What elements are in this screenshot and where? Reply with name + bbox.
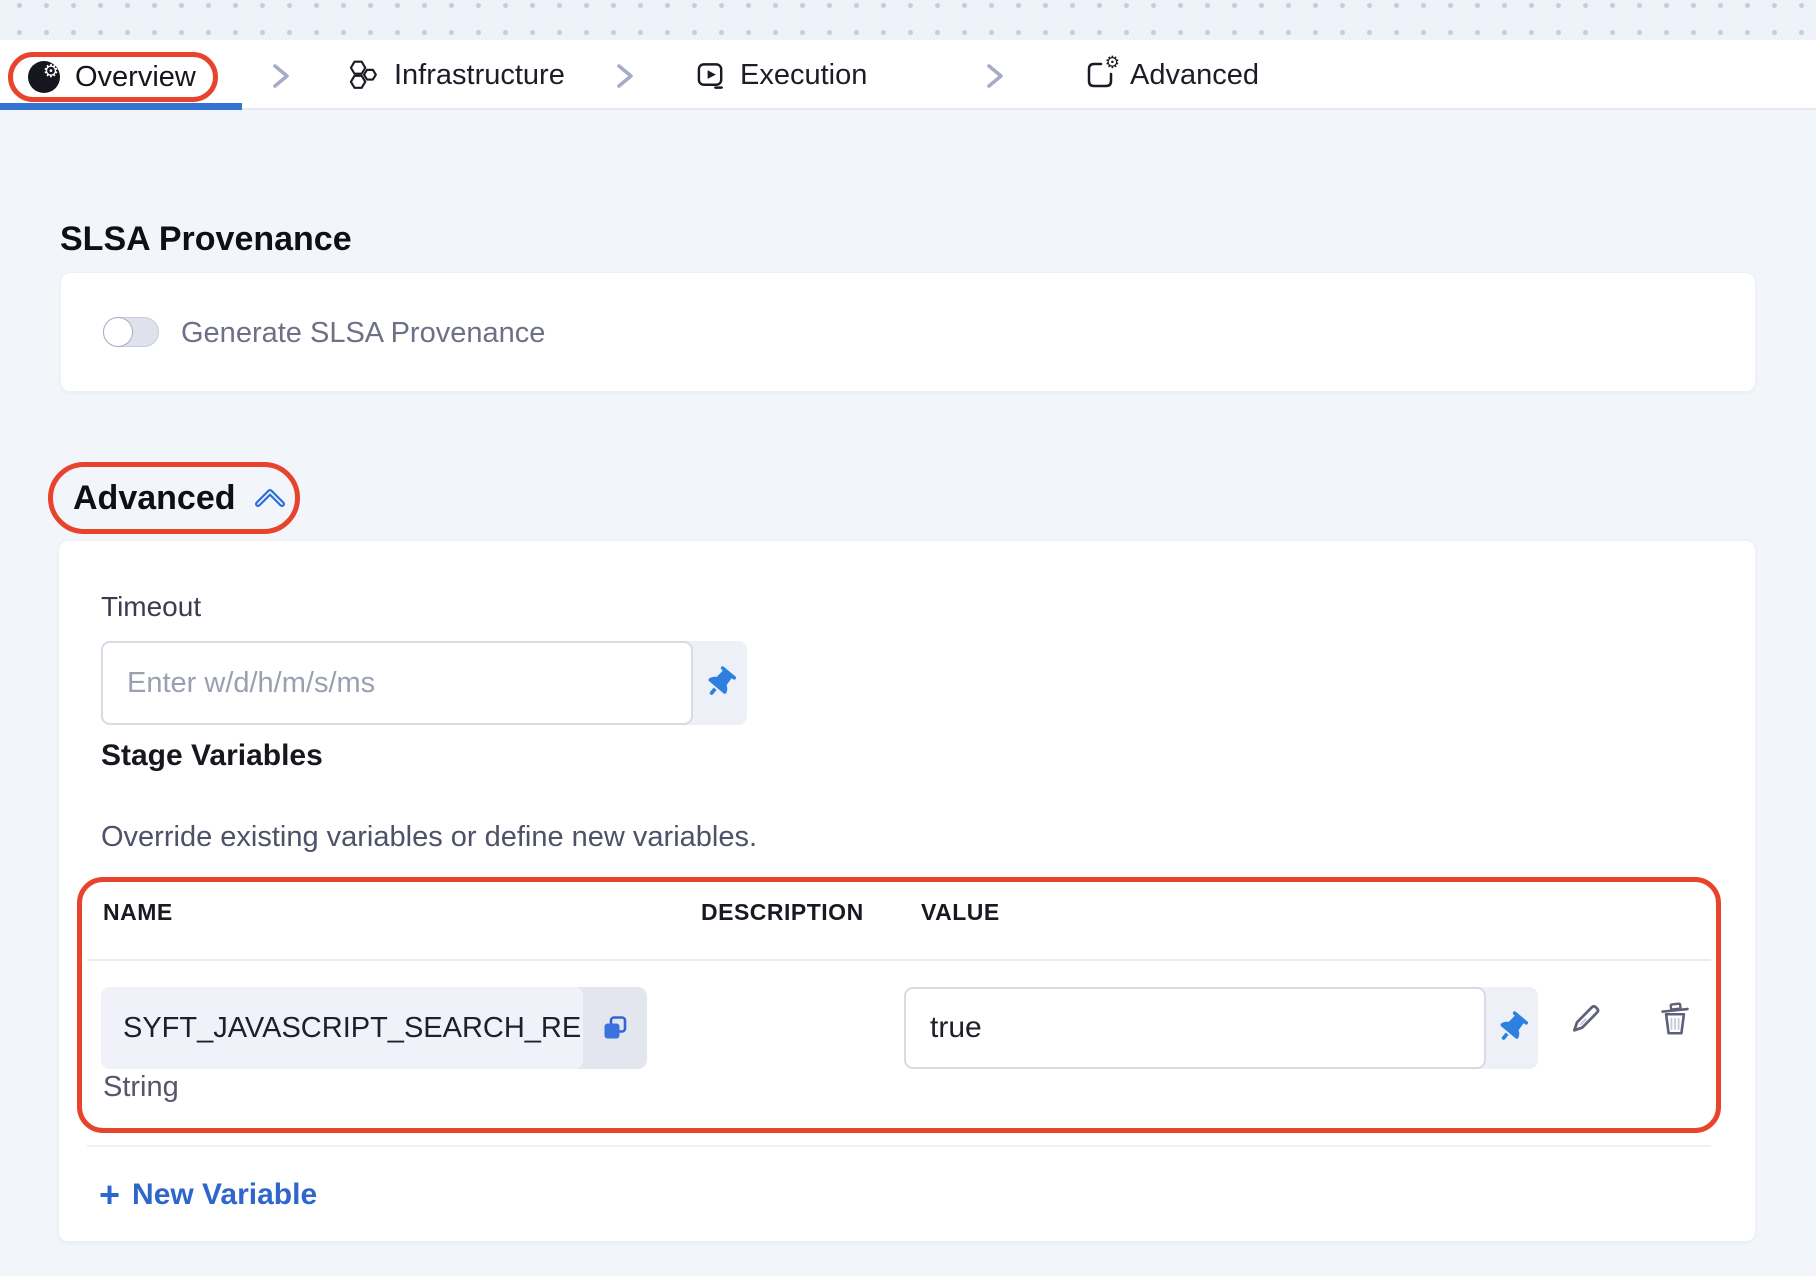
advanced-section-header[interactable]: Advanced	[48, 462, 300, 534]
new-variable-button[interactable]: + New Variable	[99, 1177, 317, 1213]
stage-variables-description: Override existing variables or define ne…	[101, 821, 757, 854]
table-bottom-divider	[87, 1145, 1711, 1147]
advanced-card: Timeout Stage Variables Override existin…	[58, 540, 1756, 1242]
edit-variable-button[interactable]	[1565, 999, 1605, 1039]
table-header-divider	[87, 959, 1711, 961]
tab-overview-label: Overview	[75, 61, 196, 94]
copy-icon	[601, 1014, 629, 1042]
chevron-right-icon	[612, 62, 638, 90]
chevron-right-icon	[982, 62, 1008, 90]
variable-name-field[interactable]: SYFT_JAVASCRIPT_SEARCH_REM	[101, 987, 583, 1069]
pencil-icon	[1566, 1000, 1604, 1038]
copy-variable-button[interactable]	[583, 987, 647, 1069]
slsa-provenance-card: Generate SLSA Provenance	[60, 272, 1756, 392]
tab-infrastructure[interactable]: Infrastructure	[394, 40, 565, 110]
timeout-label: Timeout	[101, 591, 201, 623]
column-header-description: DESCRIPTION	[701, 899, 864, 926]
toggle-knob	[103, 317, 133, 347]
generate-slsa-toggle[interactable]	[103, 317, 159, 347]
chevron-right-icon	[268, 62, 294, 90]
pipeline-canvas-dots	[0, 0, 1816, 40]
advanced-gear-icon: ⚙	[1084, 59, 1116, 91]
variable-value-input[interactable]	[904, 987, 1486, 1069]
variable-name-group: SYFT_JAVASCRIPT_SEARCH_REM	[101, 987, 647, 1069]
slsa-provenance-title: SLSA Provenance	[60, 220, 352, 259]
delete-variable-button[interactable]	[1655, 999, 1695, 1039]
tab-execution[interactable]: Execution	[740, 40, 867, 110]
new-variable-label: New Variable	[132, 1178, 317, 1212]
chevron-up-icon[interactable]	[254, 487, 286, 509]
pin-icon	[700, 663, 739, 703]
tab-overview[interactable]: ⚙ Overview	[8, 52, 218, 102]
execution-icon	[696, 61, 727, 92]
variable-type-label: String	[103, 1071, 179, 1104]
column-header-value: VALUE	[921, 899, 1000, 926]
trash-icon	[1656, 1000, 1694, 1038]
timeout-input-group	[101, 641, 747, 725]
plus-icon: +	[99, 1177, 120, 1213]
stage-tabbar: ⚙ Overview Infrastructure Execution	[0, 40, 1816, 110]
tab-advanced[interactable]: Advanced	[1130, 40, 1259, 110]
infrastructure-icon	[348, 59, 381, 92]
value-pin-button[interactable]	[1486, 987, 1538, 1069]
tab-execution-label: Execution	[740, 59, 867, 92]
tab-advanced-label: Advanced	[1130, 59, 1259, 92]
column-header-name: NAME	[103, 899, 173, 926]
timeout-pin-button[interactable]	[693, 641, 747, 725]
generate-slsa-label: Generate SLSA Provenance	[181, 273, 545, 393]
timeout-input[interactable]	[101, 641, 693, 725]
advanced-section-title: Advanced	[73, 479, 236, 518]
stage-settings-page: ⚙ Overview Infrastructure Execution	[0, 0, 1816, 1276]
variable-value-group	[904, 987, 1538, 1069]
active-tab-underline	[0, 103, 242, 110]
stage-variables-title: Stage Variables	[101, 739, 323, 773]
tab-infrastructure-label: Infrastructure	[394, 59, 565, 92]
stage-overview-icon: ⚙	[28, 61, 60, 93]
pin-icon	[1492, 1008, 1531, 1048]
